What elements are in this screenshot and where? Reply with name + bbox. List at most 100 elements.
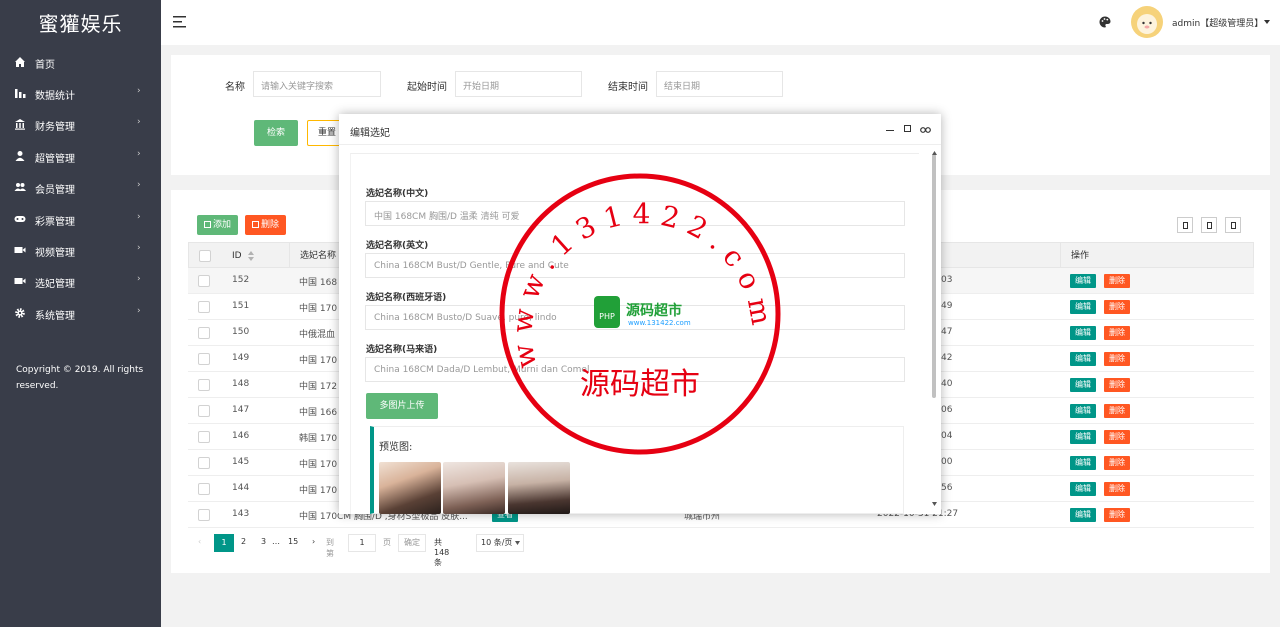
edit-button[interactable]: 编辑 [1070, 404, 1096, 418]
page-button[interactable]: 2 [241, 537, 246, 546]
edit-button[interactable]: 编辑 [1070, 274, 1096, 288]
preview-image[interactable] [508, 462, 570, 514]
edit-button[interactable]: 编辑 [1070, 326, 1096, 340]
row-name: 中国 170 [299, 460, 338, 470]
edit-button[interactable]: 编辑 [1070, 430, 1096, 444]
scroll-down-icon[interactable] [932, 502, 937, 506]
prev-page-button[interactable]: ‹ [198, 537, 201, 546]
row-id: 149 [232, 353, 250, 363]
row-id: 147 [232, 405, 250, 415]
column-divider [289, 243, 290, 267]
row-time: 00 [941, 457, 953, 467]
column-header-id[interactable]: ID [232, 243, 242, 269]
goto-label: 到第 [326, 538, 334, 558]
delete-button[interactable]: 删除 [1104, 300, 1130, 314]
row-checkbox[interactable] [198, 457, 210, 469]
row-checkbox[interactable] [198, 353, 210, 365]
row-checkbox[interactable] [198, 275, 210, 287]
row-name: 中国 170 [299, 356, 338, 366]
page-button[interactable]: 3 [261, 537, 266, 546]
row-checkbox[interactable] [198, 301, 210, 313]
edit-button[interactable]: 编辑 [1070, 300, 1096, 314]
delete-button[interactable]: 删除 [1104, 378, 1130, 392]
chevron-right-icon: › [137, 117, 141, 127]
filter-columns-button[interactable] [1177, 217, 1193, 233]
avatar[interactable] [1131, 6, 1163, 38]
edit-button[interactable]: 编辑 [1070, 456, 1096, 470]
row-id: 150 [232, 327, 250, 337]
field-label-chinese: 选妃名称(中文) [366, 189, 429, 199]
row-time: 03 [941, 275, 953, 285]
sidebar-item-lottery[interactable]: 彩票管理 › [0, 204, 161, 235]
sidebar-item-members[interactable]: 会员管理 › [0, 172, 161, 203]
batch-delete-button[interactable]: 删除 [245, 215, 286, 235]
preview-image[interactable] [379, 462, 441, 514]
name-search-input[interactable]: 请输入关键字搜索 [253, 71, 381, 97]
palette-icon[interactable] [1099, 16, 1111, 28]
row-checkbox[interactable] [198, 509, 210, 521]
row-name: 中国 170 [299, 486, 338, 496]
goto-confirm-button[interactable]: 确定 [398, 534, 426, 552]
close-icon[interactable] [920, 126, 931, 134]
field-label-english: 选妃名称(英文) [366, 241, 429, 251]
sidebar-item-label: 视频管理 [35, 248, 75, 259]
start-date-input[interactable]: 开始日期 [455, 71, 582, 97]
sidebar-item-home[interactable]: 首页 [0, 47, 161, 78]
row-checkbox[interactable] [198, 483, 210, 495]
sidebar-item-videos[interactable]: 视频管理 › [0, 235, 161, 266]
delete-button[interactable]: 删除 [1104, 352, 1130, 366]
delete-button[interactable]: 删除 [1104, 404, 1130, 418]
maximize-icon[interactable] [904, 125, 911, 132]
add-button-label: 添加 [212, 220, 231, 230]
row-id: 146 [232, 431, 250, 441]
home-icon [15, 57, 25, 67]
delete-button[interactable]: 删除 [1104, 508, 1130, 522]
modal-scrollbar[interactable] [932, 154, 936, 398]
edit-button[interactable]: 编辑 [1070, 352, 1096, 366]
delete-button[interactable]: 删除 [1104, 274, 1130, 288]
edit-button[interactable]: 编辑 [1070, 482, 1096, 496]
row-time: 40 [941, 379, 953, 389]
sort-icon[interactable] [248, 251, 254, 261]
caret-down-icon[interactable] [1264, 20, 1270, 24]
select-all-checkbox[interactable] [199, 250, 211, 262]
sidebar-item-label: 彩票管理 [35, 217, 75, 228]
page-button-current[interactable]: 1 [214, 534, 234, 552]
bank-icon [15, 119, 25, 130]
row-checkbox[interactable] [198, 327, 210, 339]
chevron-right-icon: › [137, 212, 141, 222]
user-name[interactable]: admin【超级管理员】 [1172, 16, 1263, 29]
sidebar-item-selection[interactable]: 选妃管理 › [0, 266, 161, 297]
row-checkbox[interactable] [198, 405, 210, 417]
multi-image-upload-button[interactable]: 多图片上传 [366, 393, 438, 419]
edit-button[interactable]: 编辑 [1070, 508, 1096, 522]
sidebar-item-finance[interactable]: 财务管理 › [0, 109, 161, 140]
preview-image[interactable] [443, 462, 505, 514]
user-icon [15, 151, 25, 161]
users-icon [14, 183, 26, 191]
modal-title: 编辑选妃 [350, 128, 390, 139]
column-header-operation: 操作 [1071, 251, 1090, 261]
print-button[interactable] [1225, 217, 1241, 233]
page-button[interactable]: 15 [288, 537, 298, 546]
end-date-input[interactable]: 结束日期 [656, 71, 783, 97]
delete-button[interactable]: 删除 [1104, 456, 1130, 470]
menu-toggle-icon[interactable] [173, 16, 187, 28]
sidebar-item-system[interactable]: 系统管理 › [0, 298, 161, 329]
row-checkbox[interactable] [198, 431, 210, 443]
sidebar-item-admins[interactable]: 超管管理 › [0, 141, 161, 172]
edit-button[interactable]: 编辑 [1070, 378, 1096, 392]
export-button[interactable] [1201, 217, 1217, 233]
next-page-button[interactable]: › [312, 537, 315, 546]
delete-button[interactable]: 删除 [1104, 482, 1130, 496]
delete-button[interactable]: 删除 [1104, 326, 1130, 340]
sidebar-item-stats[interactable]: 数据统计 › [0, 78, 161, 109]
delete-button[interactable]: 删除 [1104, 430, 1130, 444]
scroll-up-icon[interactable] [932, 151, 937, 155]
add-button[interactable]: 添加 [197, 215, 238, 235]
minimize-icon[interactable] [886, 130, 894, 131]
row-checkbox[interactable] [198, 379, 210, 391]
row-time: 06 [941, 405, 953, 415]
search-button[interactable]: 检索 [254, 120, 298, 146]
goto-page-input[interactable]: 1 [348, 534, 376, 552]
